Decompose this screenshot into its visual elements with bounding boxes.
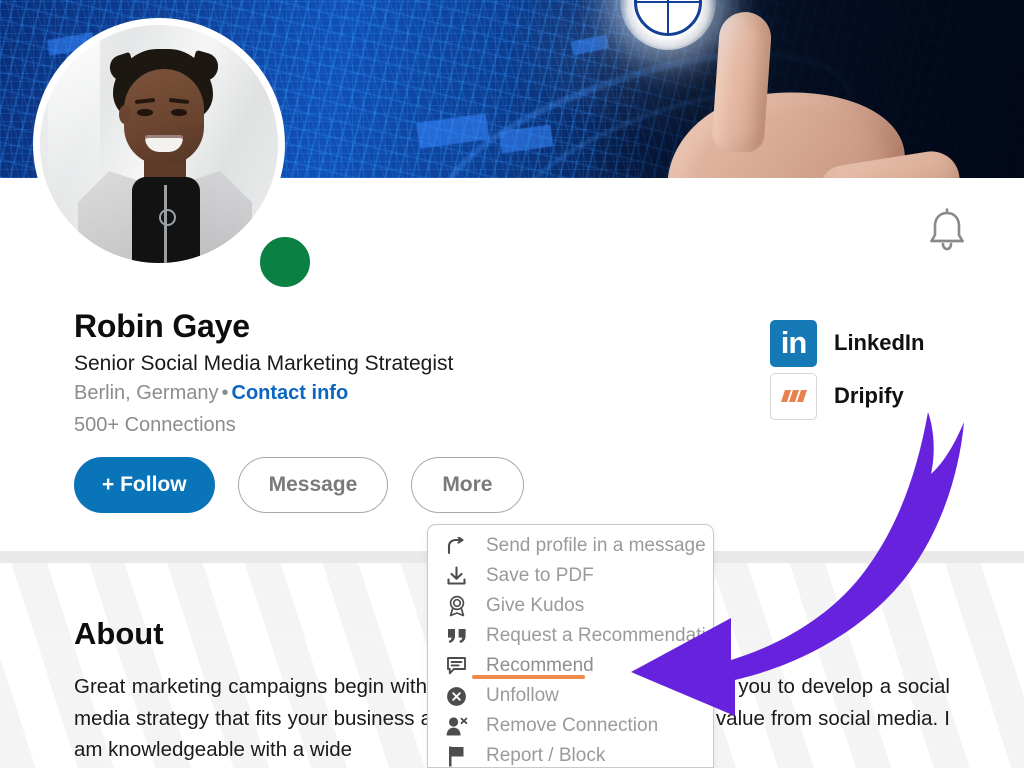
profile-page: Robin Gaye Senior Social Media Marketing… [0,0,1024,768]
menu-item-report-block[interactable]: Report / Block [428,741,713,767]
menu-item-send-profile[interactable]: Send profile in a message [428,531,713,561]
menu-item-give-kudos[interactable]: Give Kudos [428,591,713,621]
status-badge [256,233,314,291]
contact-info-link[interactable]: Contact info [232,382,349,404]
profile-location: Berlin, Germany [74,382,219,404]
menu-item-remove-connection[interactable]: Remove Connection [428,711,713,741]
linkedin-glyph: in [780,324,808,360]
speech-bubble-icon [443,654,470,678]
menu-item-label: Unfollow [486,685,559,706]
share-arrow-icon [443,534,470,558]
about-title: About [74,616,164,651]
x-circle-icon [443,684,470,708]
separator-dot: • [221,382,229,404]
menu-item-request-recommendation[interactable]: Request a Recommendation [428,621,713,651]
menu-item-label: Remove Connection [486,715,659,736]
more-button[interactable]: More [411,457,524,513]
integration-badges: in LinkedIn Dripify [770,317,924,422]
profile-headline: Senior Social Media Marketing Strategist [74,352,454,375]
menu-item-unfollow[interactable]: Unfollow [428,681,713,711]
follow-button[interactable]: + Follow [74,457,215,513]
person-remove-icon [443,714,470,738]
profile-action-buttons: + Follow Message More [74,457,524,513]
dripify-icon [770,372,817,420]
menu-item-label: Recommend [486,655,594,676]
avatar[interactable] [33,18,285,270]
flag-icon [443,744,470,767]
menu-item-label: Save to PDF [486,565,594,586]
page-title: Robin Gaye [74,308,250,344]
menu-item-label: Report / Block [486,745,606,766]
connections-count: 500+ Connections [74,414,236,436]
badge-linkedin[interactable]: in LinkedIn [770,317,924,369]
quote-icon [443,624,470,648]
badge-dripify-label: Dripify [834,383,904,408]
badge-dripify[interactable]: Dripify [770,370,924,422]
linkedin-icon: in [770,319,817,367]
download-icon [443,564,470,588]
award-ribbon-icon [443,594,470,618]
menu-item-label: Give Kudos [486,595,585,616]
bell-icon[interactable] [926,208,968,254]
menu-item-label: Send profile in a message [486,535,706,556]
message-button[interactable]: Message [237,457,389,513]
menu-item-label: Request a Recommendation [486,625,714,646]
recommend-highlight-underline [472,675,585,679]
profile-location-row: Berlin, Germany • Contact info [74,382,348,405]
menu-item-save-pdf[interactable]: Save to PDF [428,561,713,591]
badge-linkedin-label: LinkedIn [834,330,925,355]
more-dropdown-menu[interactable]: Send profile in a message Save to PDF Gi… [427,524,714,768]
